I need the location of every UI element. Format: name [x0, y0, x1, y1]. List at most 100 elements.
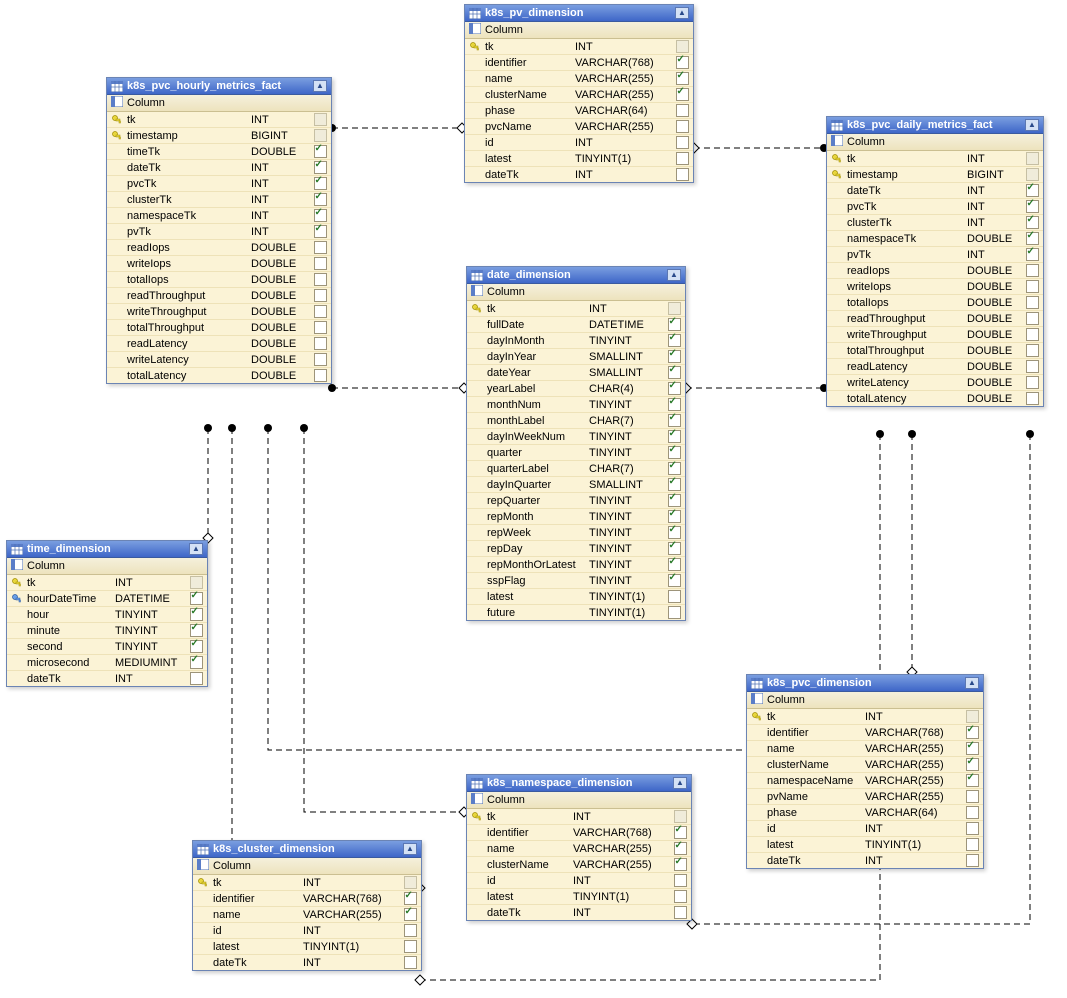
column-name: pvTk: [847, 249, 963, 261]
table-row: latestTINYINT(1): [467, 589, 685, 605]
checkbox-cell: [403, 940, 417, 953]
column-type: TINYINT: [115, 641, 185, 653]
column-name: totalLatency: [847, 393, 963, 405]
collapse-icon[interactable]: ▲: [189, 543, 203, 555]
table-row: totalIopsDOUBLE: [107, 272, 331, 288]
table-row: readIopsDOUBLE: [827, 263, 1043, 279]
column-name: dateTk: [487, 907, 569, 919]
table-header: date_dimension▲: [467, 267, 685, 284]
checkbox-icon: [674, 890, 687, 903]
checkbox-cell: [965, 854, 979, 867]
checkbox-icon: [190, 576, 203, 589]
checkbox-cell: [675, 168, 689, 181]
table-body: tkINTidentifierVARCHAR(768)nameVARCHAR(2…: [747, 709, 983, 868]
column-header-icon: [197, 859, 209, 873]
checkbox-icon: [676, 104, 689, 117]
checkbox-cell: [667, 542, 681, 555]
column-header-icon: [831, 135, 843, 149]
column-type: INT: [865, 711, 961, 723]
column-type: INT: [115, 673, 185, 685]
column-name: minute: [27, 625, 111, 637]
checkbox-cell: [1025, 328, 1039, 341]
table-title-text: k8s_namespace_dimension: [487, 777, 633, 789]
collapse-icon[interactable]: ▲: [403, 843, 417, 855]
table-row: totalIopsDOUBLE: [827, 295, 1043, 311]
column-subheader: Column: [467, 792, 691, 809]
collapse-icon[interactable]: ▲: [667, 269, 681, 281]
checkbox-cell: [313, 369, 327, 382]
table-row: fullDateDATETIME: [467, 317, 685, 333]
table-row: timeTkDOUBLE: [107, 144, 331, 160]
column-type: INT: [865, 823, 961, 835]
table-row: pvcNameVARCHAR(255): [465, 119, 693, 135]
checkbox-cell: [403, 956, 417, 969]
column-type: TINYINT: [589, 431, 663, 443]
checkbox-icon: [668, 574, 681, 587]
column-name: identifier: [767, 727, 861, 739]
column-name: repMonth: [487, 511, 585, 523]
table-row: repDayTINYINT: [467, 541, 685, 557]
column-label: Column: [213, 860, 251, 872]
checkbox-icon: [190, 624, 203, 637]
checkbox-icon: [668, 414, 681, 427]
column-name: clusterTk: [127, 194, 247, 206]
column-type: DOUBLE: [967, 265, 1021, 277]
checkbox-icon: [314, 161, 327, 174]
column-type: VARCHAR(768): [575, 57, 671, 69]
checkbox-cell: [313, 273, 327, 286]
column-type: INT: [575, 41, 671, 53]
table-row: dateTkINT: [7, 671, 207, 686]
checkbox-icon: [676, 72, 689, 85]
table-icon: k8s_pvc_daily_metrics_fact: [831, 119, 993, 131]
collapse-icon[interactable]: ▲: [673, 777, 687, 789]
collapse-icon[interactable]: ▲: [965, 677, 979, 689]
checkbox-cell: [313, 225, 327, 238]
table-row: readIopsDOUBLE: [107, 240, 331, 256]
table-title-text: k8s_pvc_daily_metrics_fact: [847, 119, 993, 131]
checkbox-cell: [313, 129, 327, 142]
table-row: namespaceTkINT: [107, 208, 331, 224]
table-header: time_dimension▲: [7, 541, 207, 558]
column-name: dayInQuarter: [487, 479, 585, 491]
table-row: readThroughputDOUBLE: [107, 288, 331, 304]
column-label: Column: [847, 136, 885, 148]
column-name: tk: [767, 711, 861, 723]
column-type: VARCHAR(64): [575, 105, 671, 117]
checkbox-cell: [675, 72, 689, 85]
table-row: timestampBIGINT: [827, 167, 1043, 183]
checkbox-icon: [314, 113, 327, 126]
checkbox-cell: [313, 161, 327, 174]
collapse-icon[interactable]: ▲: [675, 7, 689, 19]
column-type: INT: [303, 877, 399, 889]
table-row: hourDateTimeDATETIME: [7, 591, 207, 607]
checkbox-cell: [667, 398, 681, 411]
column-header-icon: [111, 96, 123, 110]
table-row: namespaceTkDOUBLE: [827, 231, 1043, 247]
column-type: INT: [573, 907, 669, 919]
table-row: tkINT: [107, 112, 331, 128]
column-subheader: Column: [107, 95, 331, 112]
column-name: clusterTk: [847, 217, 963, 229]
column-type: SMALLINT: [589, 351, 663, 363]
table-row: phaseVARCHAR(64): [747, 805, 983, 821]
checkbox-icon: [1026, 312, 1039, 325]
column-type: DOUBLE: [251, 146, 309, 158]
checkbox-cell: [313, 321, 327, 334]
collapse-icon[interactable]: ▲: [1025, 119, 1039, 131]
column-name: name: [485, 73, 571, 85]
column-name: id: [767, 823, 861, 835]
checkbox-cell: [1025, 312, 1039, 325]
collapse-icon[interactable]: ▲: [313, 80, 327, 92]
checkbox-icon: [668, 542, 681, 555]
column-type: DATETIME: [589, 319, 663, 331]
checkbox-icon: [674, 810, 687, 823]
column-type: TINYINT: [589, 559, 663, 571]
checkbox-cell: [675, 104, 689, 117]
checkbox-cell: [189, 672, 203, 685]
table-cluster: k8s_cluster_dimension▲ColumntkINTidentif…: [192, 840, 422, 971]
checkbox-icon: [1026, 296, 1039, 309]
column-name: repWeek: [487, 527, 585, 539]
checkbox-cell: [1025, 296, 1039, 309]
checkbox-icon: [676, 40, 689, 53]
column-type: DATETIME: [115, 593, 185, 605]
